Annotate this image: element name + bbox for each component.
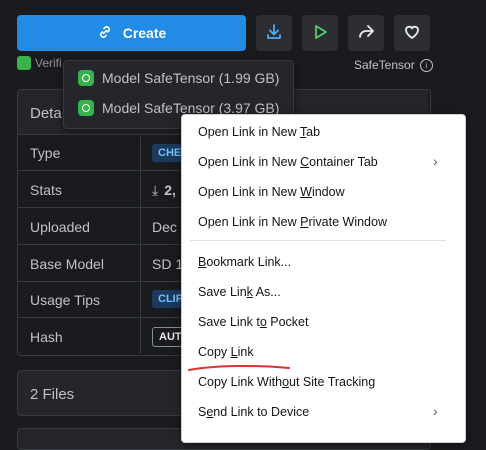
menu-item-copy-link[interactable]: Copy Link <box>198 342 254 362</box>
row-label: Usage Tips <box>30 292 101 308</box>
menu-item-text: Open Link in New <box>198 155 301 169</box>
menu-item-text: nd Link to Device <box>213 405 310 419</box>
menu-item-text: ontainer Tab <box>309 155 378 169</box>
safetensor-indicator: SafeTensor i <box>354 58 433 72</box>
menu-item-text: Save Link t <box>198 315 260 329</box>
verified-badge: Verifi <box>17 56 62 70</box>
menu-item-text: ut Site Tracking <box>289 375 376 389</box>
link-icon <box>97 24 113 43</box>
row-label: Type <box>30 145 61 161</box>
menu-item-copy-link-without-tracking[interactable]: Copy Link Without Site Tracking <box>198 372 375 392</box>
create-label: Create <box>122 25 167 41</box>
menu-item-text: rivate Window <box>308 215 387 229</box>
menu-item-text: Open Link in New <box>198 125 300 139</box>
download-icon <box>264 22 284 45</box>
menu-item-accesskey: o <box>259 315 267 329</box>
download-count: 2, <box>164 182 176 198</box>
menu-item-accesskey: C <box>300 155 310 169</box>
shield-check-icon <box>78 100 94 116</box>
menu-item-text: As... <box>252 285 281 299</box>
favorite-button[interactable] <box>394 15 430 51</box>
menu-item-text: Copy <box>198 345 231 359</box>
row-label: Base Model <box>30 256 104 272</box>
menu-item-text: Save Lin <box>198 285 247 299</box>
download-option[interactable]: Model SafeTensor (1.99 GB) <box>78 68 279 88</box>
menu-item-text: Pocket <box>266 315 309 329</box>
shield-check-icon <box>78 70 94 86</box>
create-button[interactable]: Create <box>17 15 246 51</box>
menu-item-accesskey: L <box>230 345 238 359</box>
chevron-right-icon: › <box>433 403 438 419</box>
share-button[interactable] <box>348 15 384 51</box>
info-icon[interactable]: i <box>419 58 433 72</box>
menu-item-text: Open Link in New <box>198 185 301 199</box>
menu-item-accesskey: W <box>300 185 312 199</box>
details-title: Deta <box>30 105 62 122</box>
share-icon <box>356 22 376 45</box>
play-icon <box>310 22 330 45</box>
menu-item-open-new-tab[interactable]: Open Link in New Tab <box>198 122 320 142</box>
menu-item-save-link-as[interactable]: Save Link As... <box>198 282 281 302</box>
chevron-right-icon: › <box>433 153 438 169</box>
run-button[interactable] <box>302 15 338 51</box>
shield-check-icon <box>17 56 31 70</box>
menu-item-text: ab <box>306 125 321 139</box>
stats-value: ⤓ 2, <box>152 182 176 199</box>
download-option-label: Model SafeTensor (1.99 GB) <box>102 70 280 86</box>
menu-item-text: ink <box>237 345 254 359</box>
menu-item-text: indow <box>311 185 345 199</box>
verified-label: Verifi <box>35 56 62 70</box>
row-label: Uploaded <box>30 219 90 235</box>
row-label: Hash <box>30 329 63 345</box>
heart-icon <box>402 22 422 45</box>
menu-item-save-to-pocket[interactable]: Save Link to Pocket <box>198 312 308 332</box>
safetensor-label: SafeTensor <box>354 58 415 72</box>
menu-item-text: ookmark Link... <box>206 255 292 269</box>
base-model-value: SD 1 <box>152 256 184 272</box>
menu-item-accesskey: o <box>282 375 290 389</box>
menu-item-bookmark-link[interactable]: Bookmark Link... <box>198 252 291 272</box>
files-label: 2 Files <box>30 386 75 403</box>
download-button[interactable] <box>256 15 292 51</box>
download-count-icon: ⤓ <box>152 182 159 198</box>
menu-item-text: Open Link in New <box>198 215 301 229</box>
row-label: Stats <box>30 182 62 198</box>
menu-item-open-new-window[interactable]: Open Link in New Window <box>198 182 345 202</box>
menu-item-send-link-to-device[interactable]: Send Link to Device <box>198 402 309 422</box>
menu-item-open-container-tab[interactable]: Open Link in New Container Tab <box>198 152 378 172</box>
menu-item-open-private-window[interactable]: Open Link in New Private Window <box>198 212 387 232</box>
menu-item-text: Copy Link With <box>198 375 283 389</box>
menu-separator <box>190 240 446 241</box>
